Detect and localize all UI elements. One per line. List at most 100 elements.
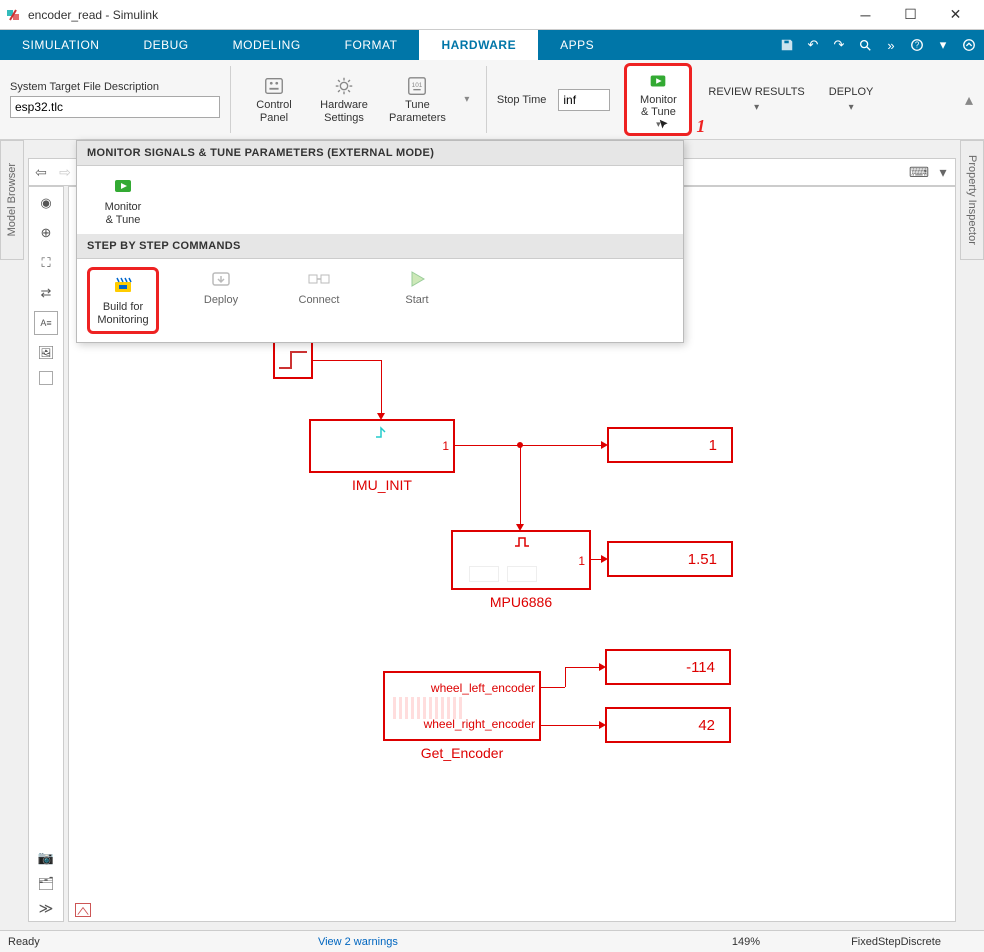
collapse-toolstrip-icon[interactable]: ▴ — [960, 91, 978, 109]
mpu6886-block[interactable]: 1 — [451, 530, 591, 590]
get-encoder-block[interactable]: wheel_left_encoder wheel_right_encoder — [383, 671, 541, 741]
monitor-tune-dropdown: MONITOR SIGNALS & TUNE PARAMETERS (EXTER… — [76, 140, 684, 343]
window-title: encoder_read - Simulink — [28, 8, 843, 22]
model-ref-badge-icon[interactable] — [75, 903, 91, 917]
dropdown-deploy[interactable]: Deploy — [185, 267, 257, 307]
step-signal-icon — [275, 346, 311, 374]
cursor-icon — [658, 118, 672, 132]
display-2[interactable]: 1.51 — [607, 541, 733, 577]
palette-image-icon[interactable]: 🖼 — [34, 341, 58, 365]
encoder-out2-label: wheel_right_encoder — [424, 717, 535, 731]
statusbar: Ready View 2 warnings 149% FixedStepDisc… — [0, 930, 984, 952]
palette-swap-icon[interactable]: ⇄ — [34, 281, 58, 305]
pulse-icon — [513, 536, 531, 548]
chevron-down-icon: ▾ — [849, 102, 854, 113]
tune-parameters-button[interactable]: 101 Tune Parameters — [381, 73, 454, 126]
encoder-out1-label: wheel_left_encoder — [431, 681, 535, 695]
window-controls: ─ ☐ ✕ — [843, 1, 978, 29]
play-chip-icon — [647, 70, 669, 92]
tab-format[interactable]: FORMAT — [323, 30, 420, 60]
target-file-input[interactable] — [10, 96, 220, 118]
toolstrip: System Target File Description Control P… — [0, 60, 984, 140]
annotation-1: 1 — [696, 116, 705, 137]
search-icon[interactable] — [854, 34, 876, 56]
palette: ◉ ⊕ ⛶ ⇄ A≡ 🖼 📷 🗂 ≫ — [28, 186, 64, 922]
imu-init-label: IMU_INIT — [309, 477, 455, 493]
sliders-icon — [263, 75, 285, 97]
palette-area-icon[interactable] — [39, 371, 53, 385]
get-encoder-label: Get_Encoder — [383, 745, 541, 761]
palette-target-icon[interactable]: ◉ — [34, 191, 58, 215]
control-panel-button[interactable]: Control Panel — [241, 73, 307, 126]
gear-dropdown-icon[interactable]: ▾ — [932, 34, 954, 56]
stop-time-label: Stop Time — [497, 94, 547, 106]
deploy-button[interactable]: DEPLOY ▾ — [821, 84, 882, 115]
save-icon[interactable] — [776, 34, 798, 56]
section-dropdown-icon[interactable]: ▾ — [458, 94, 476, 105]
palette-annotation-icon[interactable]: A≡ — [34, 311, 58, 335]
display-1[interactable]: 1 — [607, 427, 733, 463]
keyboard-icon[interactable]: ⌨ — [907, 160, 931, 184]
dropdown-build-for-monitoring[interactable]: Build for Monitoring — [87, 267, 159, 333]
deploy-icon — [209, 267, 233, 291]
tune-icon: 101 — [406, 75, 428, 97]
palette-zoom-icon[interactable]: ⊕ — [34, 221, 58, 245]
chevron-down-icon: ▾ — [754, 102, 759, 113]
mpu6886-label: MPU6886 — [451, 594, 591, 610]
tab-debug[interactable]: DEBUG — [121, 30, 210, 60]
svg-text:101: 101 — [412, 82, 423, 89]
simulink-icon — [6, 7, 22, 23]
nav-fwd-icon[interactable]: ⇨ — [53, 160, 77, 184]
step-source-block[interactable] — [273, 341, 313, 379]
more-icon[interactable]: » — [880, 34, 902, 56]
titlebar: encoder_read - Simulink ─ ☐ ✕ — [0, 0, 984, 30]
minimize-ribbon-icon[interactable] — [958, 34, 980, 56]
property-inspector-tab[interactable]: Property Inspector — [960, 140, 984, 260]
maximize-button[interactable]: ☐ — [888, 1, 933, 29]
display-3[interactable]: -114 — [605, 649, 731, 685]
help-icon[interactable]: ? — [906, 34, 928, 56]
tab-hardware[interactable]: HARDWARE — [419, 30, 538, 60]
imu-init-block[interactable]: 1 — [309, 419, 455, 473]
dropdown-header-2: STEP BY STEP COMMANDS — [77, 234, 683, 259]
display-4[interactable]: 42 — [605, 707, 731, 743]
target-file-section: System Target File Description — [0, 60, 230, 139]
quick-access: ↶ ↷ » ? ▾ — [776, 30, 980, 60]
dropdown-header-1: MONITOR SIGNALS & TUNE PARAMETERS (EXTER… — [77, 141, 683, 166]
model-browser-tab[interactable]: Model Browser — [0, 140, 24, 260]
minimize-button[interactable]: ─ — [843, 1, 888, 29]
stop-time-input[interactable] — [558, 89, 610, 111]
redo-icon[interactable]: ↷ — [828, 34, 850, 56]
palette-record-icon[interactable]: 🗂 — [34, 874, 58, 894]
palette-camera-icon[interactable]: 📷 — [34, 848, 58, 868]
breadcrumb-dropdown-icon[interactable]: ▾ — [931, 160, 955, 184]
status-warnings[interactable]: View 2 warnings — [40, 936, 676, 948]
play-chip-icon — [111, 174, 135, 198]
build-icon — [111, 274, 135, 298]
status-solver[interactable]: FixedStepDiscrete — [816, 936, 976, 948]
hardware-settings-button[interactable]: Hardware Settings — [311, 73, 377, 126]
connect-icon — [307, 267, 331, 291]
undo-icon[interactable]: ↶ — [802, 34, 824, 56]
dropdown-monitor-tune[interactable]: Monitor & Tune — [87, 174, 159, 226]
close-button[interactable]: ✕ — [933, 1, 978, 29]
imu-port-num: 1 — [442, 439, 449, 453]
tab-simulation[interactable]: SIMULATION — [0, 30, 121, 60]
dropdown-start[interactable]: Start — [381, 267, 453, 307]
gear-icon — [333, 75, 355, 97]
target-file-label: System Target File Description — [10, 81, 220, 93]
palette-fit-icon[interactable]: ⛶ — [34, 251, 58, 275]
status-ready: Ready — [8, 936, 40, 948]
play-icon — [405, 267, 429, 291]
svg-text:?: ? — [915, 41, 920, 50]
nav-back-icon[interactable]: ⇦ — [29, 160, 53, 184]
dropdown-connect[interactable]: Connect — [283, 267, 355, 307]
ribbon-tabs: SIMULATION DEBUG MODELING FORMAT HARDWAR… — [0, 30, 984, 60]
palette-expand-icon[interactable]: ≫ — [39, 900, 54, 917]
trigger-icon — [373, 425, 391, 439]
tab-apps[interactable]: APPS — [538, 30, 616, 60]
status-zoom[interactable]: 149% — [676, 936, 816, 948]
review-results-button[interactable]: REVIEW RESULTS ▾ — [700, 84, 812, 115]
tab-modeling[interactable]: MODELING — [211, 30, 323, 60]
mpu-port-num: 1 — [578, 554, 585, 568]
